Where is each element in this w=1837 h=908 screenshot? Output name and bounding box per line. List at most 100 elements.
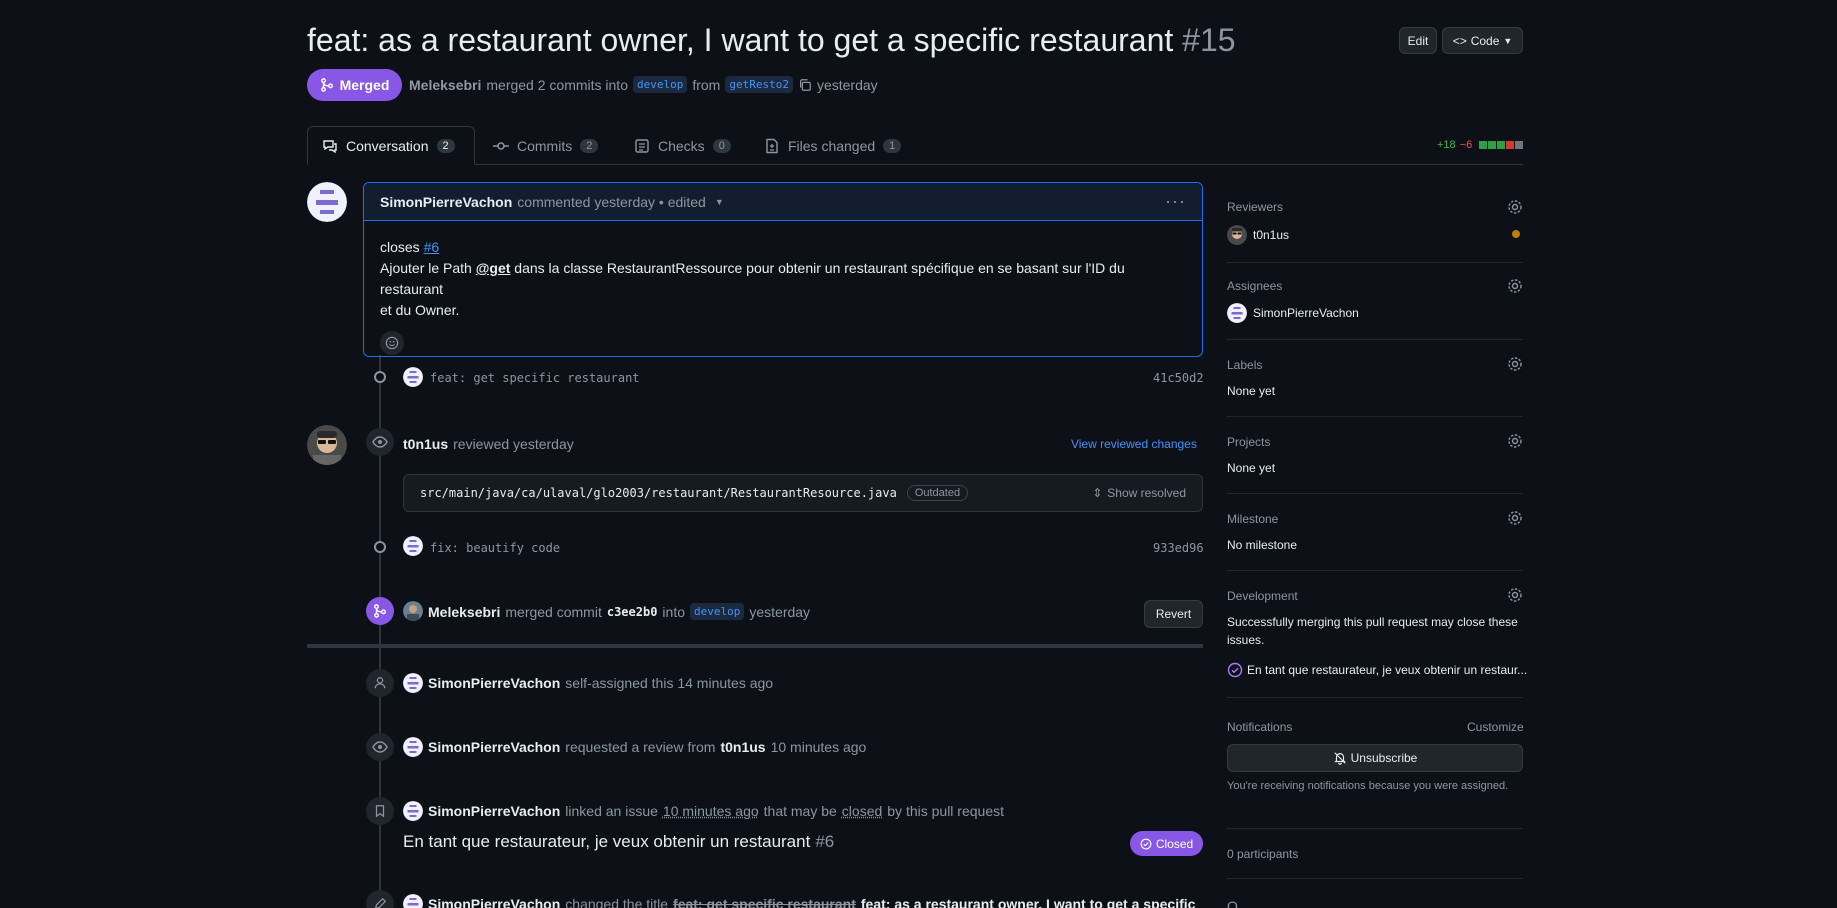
file-diff-icon bbox=[766, 138, 778, 153]
sidebar-divider bbox=[1227, 262, 1523, 263]
revert-button[interactable]: Revert bbox=[1144, 600, 1203, 628]
tab-files-changed[interactable]: Files changed 1 bbox=[750, 126, 915, 165]
author-link[interactable]: Meleksebri bbox=[409, 77, 481, 93]
merge-event-time: yesterday bbox=[749, 603, 811, 620]
reviewer-link[interactable]: t0n1us bbox=[403, 436, 448, 452]
milestone-title[interactable]: Milestone bbox=[1227, 512, 1278, 526]
commit-message[interactable]: feat: get specific restaurant bbox=[430, 371, 640, 385]
notifications-title: Notifications bbox=[1227, 720, 1293, 734]
commit-icon bbox=[374, 541, 386, 553]
chevron-down-icon[interactable]: ▼ bbox=[715, 197, 724, 207]
linked-issue[interactable]: En tant que restaurateur, je veux obteni… bbox=[403, 832, 834, 852]
pr-number: #15 bbox=[1182, 22, 1236, 58]
event-author-link[interactable]: SimonPierreVachon bbox=[428, 739, 560, 755]
milestone-value: No milestone bbox=[1227, 538, 1298, 552]
closes-text: closes bbox=[380, 239, 420, 255]
commit-message[interactable]: fix: beautify code bbox=[430, 541, 560, 555]
into-text: into bbox=[662, 603, 685, 620]
tab-count: 2 bbox=[580, 138, 599, 153]
add-reaction-button[interactable] bbox=[380, 331, 404, 355]
avatar[interactable] bbox=[307, 182, 347, 225]
closed-word: closed bbox=[841, 803, 883, 819]
merge-time: yesterday bbox=[816, 76, 878, 93]
commit-sha[interactable]: 41c50d2 bbox=[1153, 371, 1204, 385]
development-title[interactable]: Development bbox=[1227, 589, 1298, 603]
tab-checks[interactable]: Checks 0 bbox=[620, 126, 745, 165]
diffstat: +18 −6 bbox=[1437, 139, 1524, 151]
event-time: 10 minutes ago bbox=[770, 739, 867, 755]
event-text: requested a review from bbox=[565, 739, 716, 755]
avatar[interactable] bbox=[403, 894, 423, 908]
gear-icon[interactable] bbox=[1507, 278, 1523, 294]
development-text: Successfully merging this pull request m… bbox=[1227, 615, 1518, 647]
issue-ref-link[interactable]: #6 bbox=[424, 239, 440, 255]
event-text: that may be bbox=[763, 803, 837, 819]
labels-title[interactable]: Labels bbox=[1227, 358, 1262, 372]
pr-meta: Meleksebri merged 2 commits into develop… bbox=[409, 76, 878, 93]
avatar[interactable] bbox=[403, 536, 423, 559]
development-issue-link[interactable]: En tant que restaurateur, je veux obteni… bbox=[1227, 662, 1527, 678]
event-text: self-assigned this 14 minutes ago bbox=[565, 675, 774, 691]
linked-issue-title[interactable]: En tant que restaurateur, je veux obteni… bbox=[403, 832, 810, 852]
outdated-label: Outdated bbox=[906, 485, 969, 501]
kebab-menu-icon[interactable]: ··· bbox=[1165, 191, 1186, 212]
event-text: by this pull request bbox=[887, 803, 1004, 819]
assignee-name: SimonPierreVachon bbox=[1253, 306, 1359, 320]
avatar bbox=[1227, 225, 1247, 245]
target-branch[interactable]: develop bbox=[690, 603, 745, 620]
eye-icon bbox=[366, 428, 394, 456]
review-file: src/main/java/ca/ulaval/glo2003/restaura… bbox=[403, 474, 1203, 512]
edit-button[interactable]: Edit bbox=[1399, 27, 1437, 54]
diffstat-bar bbox=[1479, 141, 1524, 149]
diffstat-additions: +18 bbox=[1437, 139, 1456, 151]
avatar[interactable] bbox=[403, 737, 423, 760]
comment-header: SimonPierreVachon commented yesterday • … bbox=[364, 183, 1202, 221]
copy-icon[interactable] bbox=[798, 78, 812, 92]
review-target-link[interactable]: t0n1us bbox=[720, 739, 765, 755]
merger-link[interactable]: Meleksebri bbox=[428, 604, 500, 620]
avatar[interactable] bbox=[307, 425, 347, 468]
show-resolved-button[interactable]: ⇕ Show resolved bbox=[1092, 486, 1186, 500]
check-circle-icon bbox=[1227, 662, 1243, 678]
assignees-title[interactable]: Assignees bbox=[1227, 279, 1282, 293]
comment-author[interactable]: SimonPierreVachon bbox=[380, 194, 512, 210]
avatar[interactable] bbox=[403, 801, 423, 824]
tab-conversation[interactable]: Conversation 2 bbox=[307, 126, 475, 165]
gear-icon[interactable] bbox=[1507, 587, 1523, 603]
tab-commits[interactable]: Commits 2 bbox=[479, 126, 612, 165]
avatar[interactable] bbox=[403, 601, 423, 624]
head-branch[interactable]: getResto2 bbox=[725, 76, 793, 93]
reviewers-title[interactable]: Reviewers bbox=[1227, 200, 1283, 214]
code-button[interactable]: <> Code ▼ bbox=[1442, 27, 1523, 54]
assignee-item[interactable]: SimonPierreVachon bbox=[1227, 303, 1359, 323]
event-author-link[interactable]: SimonPierreVachon bbox=[428, 896, 560, 908]
file-path[interactable]: src/main/java/ca/ulaval/glo2003/restaura… bbox=[420, 486, 897, 500]
check-circle-icon bbox=[1140, 838, 1152, 849]
mention-link[interactable]: @get bbox=[476, 260, 511, 276]
view-reviewed-changes-link[interactable]: View reviewed changes bbox=[1071, 437, 1197, 451]
event-author-link[interactable]: SimonPierreVachon bbox=[428, 675, 560, 691]
development-issue-title: En tant que restaurateur, je veux obteni… bbox=[1247, 663, 1528, 677]
base-branch[interactable]: develop bbox=[632, 76, 688, 93]
reviewer-item[interactable]: t0n1us bbox=[1227, 225, 1289, 245]
commit-sha[interactable]: 933ed96 bbox=[1153, 541, 1204, 555]
projects-title[interactable]: Projects bbox=[1227, 435, 1270, 449]
gear-icon[interactable] bbox=[1507, 356, 1523, 372]
sidebar-divider bbox=[1227, 570, 1523, 571]
pending-review-dot bbox=[1512, 230, 1520, 238]
merge-icon bbox=[366, 597, 394, 625]
gear-icon[interactable] bbox=[1507, 199, 1523, 215]
gear-icon[interactable] bbox=[1507, 510, 1523, 526]
sidebar-divider bbox=[1227, 339, 1523, 340]
merge-commit-sha[interactable]: c3ee2b0 bbox=[607, 605, 658, 619]
code-icon: <> bbox=[1452, 33, 1467, 48]
avatar[interactable] bbox=[403, 367, 423, 390]
event-row: SimonPierreVachon self-assigned this 14 … bbox=[428, 675, 773, 691]
customize-link[interactable]: Customize bbox=[1467, 720, 1524, 734]
gear-icon[interactable] bbox=[1507, 433, 1523, 449]
event-author-link[interactable]: SimonPierreVachon bbox=[428, 803, 560, 819]
event-text: changed the title bbox=[565, 896, 669, 908]
avatar[interactable] bbox=[403, 673, 423, 696]
sidebar-divider bbox=[1227, 828, 1523, 829]
unsubscribe-button[interactable]: Unsubscribe bbox=[1227, 744, 1523, 772]
